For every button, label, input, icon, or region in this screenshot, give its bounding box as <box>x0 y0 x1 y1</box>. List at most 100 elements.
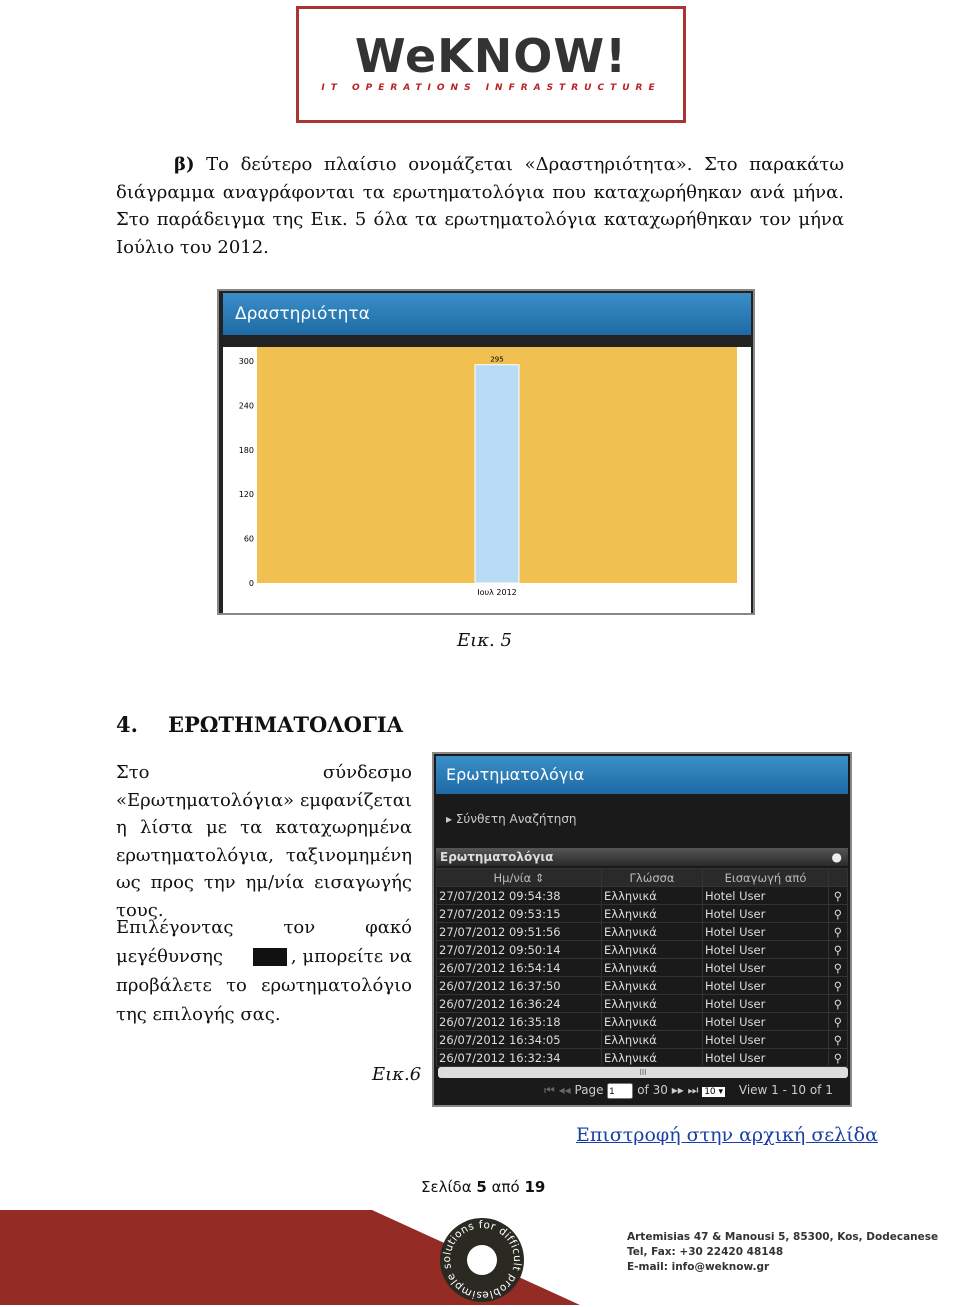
table-row[interactable]: 26/07/2012 16:32:34 Ελληνικά Hotel User ⚲ <box>436 1048 848 1067</box>
weknow-logo: WeKNOW! IT OPERATIONS INFRASTRUCTURE <box>296 6 686 123</box>
magnifier-icon[interactable]: ⚲ <box>828 904 848 923</box>
y-tick-label: 60 <box>244 535 254 544</box>
cell-entered-by: Hotel User <box>702 994 829 1013</box>
y-tick-label: 120 <box>239 490 254 499</box>
page-total: of 30 <box>637 1083 668 1097</box>
col-date[interactable]: Ημ/νία ⇕ <box>436 868 602 887</box>
cell-language: Ελληνικά <box>601 940 703 959</box>
back-home-link[interactable]: Επιστροφή στην αρχική σελίδα <box>576 1124 878 1146</box>
cell-date: 27/07/2012 09:50:14 <box>436 940 602 959</box>
y-tick-label: 240 <box>239 401 254 410</box>
cell-entered-by: Hotel User <box>702 958 829 977</box>
intro-text: Το δεύτερο πλαίσιο ονομάζεται «Δραστηριό… <box>116 154 844 258</box>
collapse-icon[interactable]: ● <box>832 848 842 866</box>
magnifier-icon[interactable]: ⚲ <box>828 886 848 905</box>
table-row[interactable]: 26/07/2012 16:54:14 Ελληνικά Hotel User ⚲ <box>436 958 848 977</box>
x-tick-label: Ιουλ 2012 <box>477 588 517 597</box>
page-input[interactable] <box>607 1083 634 1099</box>
table-row[interactable]: 26/07/2012 16:34:05 Ελληνικά Hotel User ⚲ <box>436 1030 848 1049</box>
activity-bar-chart: 0 60 120 180 240 300 295 Ιουλ 2012 <box>239 347 737 597</box>
page-size-value: 10 <box>704 1087 716 1097</box>
cell-date: 27/07/2012 09:54:38 <box>436 886 602 905</box>
magnifier-icon[interactable]: ⚲ <box>828 958 848 977</box>
cell-entered-by: Hotel User <box>702 976 829 995</box>
magnifier-icon[interactable]: ⚲ <box>828 1030 848 1049</box>
pager: ⏮ ◂◂ Page of 30 ▸▸ ⏭ 10 ▾ View 1 - 10 of… <box>544 1083 833 1099</box>
y-tick-label: 300 <box>239 357 254 366</box>
col-action <box>828 868 848 887</box>
cell-entered-by: Hotel User <box>702 886 829 905</box>
page-number: Σελίδα 5 από 19 <box>421 1178 545 1196</box>
page-total-count: 19 <box>524 1178 546 1196</box>
col-date-label: Ημ/νία <box>493 870 532 885</box>
horizontal-scrollbar[interactable]: III <box>438 1067 848 1078</box>
grid-title: Ερωτηματολόγια <box>440 850 554 864</box>
chart-title: Δραστηριότητα <box>223 293 751 335</box>
cell-language: Ελληνικά <box>601 1030 703 1049</box>
magnifier-icon[interactable]: ⚲ <box>828 976 848 995</box>
page-label: Page <box>574 1083 604 1097</box>
table-row[interactable]: 26/07/2012 16:36:24 Ελληνικά Hotel User ⚲ <box>436 994 848 1013</box>
intro-paragraph: β) Το δεύτερο πλαίσιο ονομάζεται «Δραστη… <box>116 151 844 261</box>
cell-date: 26/07/2012 16:32:34 <box>436 1048 602 1067</box>
cell-date: 27/07/2012 09:53:15 <box>436 904 602 923</box>
fig5-caption: Εικ. 5 <box>457 630 512 651</box>
magnifier-icon[interactable]: ⚲ <box>828 1048 848 1067</box>
cell-language: Ελληνικά <box>601 922 703 941</box>
intro-lead: β) <box>174 154 195 175</box>
table-row[interactable]: 27/07/2012 09:51:56 Ελληνικά Hotel User ⚲ <box>436 922 848 941</box>
logo-sub: IT OPERATIONS INFRASTRUCTURE <box>321 83 661 93</box>
cell-entered-by: Hotel User <box>702 940 829 959</box>
cell-language: Ελληνικά <box>601 976 703 995</box>
table-row[interactable]: 27/07/2012 09:53:15 Ελληνικά Hotel User ⚲ <box>436 904 848 923</box>
chart-area: 0 60 120 180 240 300 295 Ιουλ 2012 <box>223 347 751 613</box>
cell-entered-by: Hotel User <box>702 904 829 923</box>
cell-entered-by: Hotel User <box>702 922 829 941</box>
questionnaires-panel: Ερωτηματολόγια ▸ Σύνθετη Αναζήτηση Ερωτη… <box>432 752 852 1107</box>
col-language[interactable]: Γλώσσα <box>601 868 703 887</box>
fig6-caption: Εικ.6 <box>372 1064 422 1085</box>
activity-chart-panel: Δραστηριότητα 0 60 120 180 240 300 295 Ιουλ 201… <box>217 289 755 615</box>
table-row[interactable]: 27/07/2012 09:50:14 Ελληνικά Hotel User ⚲ <box>436 940 848 959</box>
cell-entered-by: Hotel User <box>702 1030 829 1049</box>
seal-center <box>467 1245 497 1275</box>
page-current: 5 <box>476 1178 487 1196</box>
cell-language: Ελληνικά <box>601 994 703 1013</box>
footer-address: Artemisias 47 & Manousi 5, 85300, Kos, D… <box>627 1231 939 1243</box>
table-row[interactable]: 26/07/2012 16:35:18 Ελληνικά Hotel User ⚲ <box>436 1012 848 1031</box>
page-of: από <box>486 1178 525 1196</box>
advanced-search-label: Σύνθετη Αναζήτηση <box>455 812 577 826</box>
magnifier-icon[interactable]: ⚲ <box>828 994 848 1013</box>
advanced-search-toggle[interactable]: ▸ Σύνθετη Αναζήτηση <box>446 812 577 826</box>
cell-entered-by: Hotel User <box>702 1048 829 1067</box>
cell-date: 26/07/2012 16:35:18 <box>436 1012 602 1031</box>
magnifier-icon[interactable]: ⚲ <box>828 1012 848 1031</box>
logo-brand: WeKNOW! <box>354 29 628 83</box>
first-page-icon[interactable]: ⏮ ◂◂ <box>544 1083 571 1097</box>
grid: Ημ/νία ⇕ Γλώσσα Εισαγωγή από 27/07/2012 … <box>436 868 848 1067</box>
magnifier-icon[interactable]: ⚲ <box>828 922 848 941</box>
y-tick-label: 0 <box>249 579 254 588</box>
magnifier-icon[interactable]: ⚲ <box>828 940 848 959</box>
footer-tel: Tel, Fax: +30 22420 48148 <box>627 1246 784 1258</box>
next-page-icon[interactable]: ▸▸ ⏭ <box>672 1083 699 1097</box>
page-word: Σελίδα <box>421 1178 477 1196</box>
table-row[interactable]: 27/07/2012 09:54:38 Ελληνικά Hotel User ⚲ <box>436 886 848 905</box>
section-paragraph: Στο σύνδεσμο «Ερωτηματολόγια» εμφανίζετα… <box>116 762 412 921</box>
grid-header: Ερωτηματολόγια ● <box>436 848 848 866</box>
cell-date: 26/07/2012 16:36:24 <box>436 994 602 1013</box>
bar <box>474 364 520 584</box>
page-size-select[interactable]: 10 ▾ <box>702 1087 726 1097</box>
document-page: WeKNOW! IT OPERATIONS INFRASTRUCTURE β) … <box>0 0 960 1307</box>
section-title: ΕΡΩΤΗΜΑΤΟΛΟΓΙΑ <box>167 712 403 737</box>
data-label: 295 <box>490 356 503 364</box>
cell-date: 27/07/2012 09:51:56 <box>436 922 602 941</box>
footer-email: E-mail: info@weknow.gr <box>627 1261 770 1273</box>
cell-date: 26/07/2012 16:37:50 <box>436 976 602 995</box>
table-row[interactable]: 26/07/2012 16:37:50 Ελληνικά Hotel User ⚲ <box>436 976 848 995</box>
col-entered-by[interactable]: Εισαγωγή από <box>702 868 829 887</box>
panel-title: Ερωτηματολόγια <box>436 756 848 794</box>
section-number: 4. <box>116 712 138 737</box>
cell-date: 26/07/2012 16:34:05 <box>436 1030 602 1049</box>
view-range: View 1 - 10 of 1 <box>738 1083 833 1097</box>
